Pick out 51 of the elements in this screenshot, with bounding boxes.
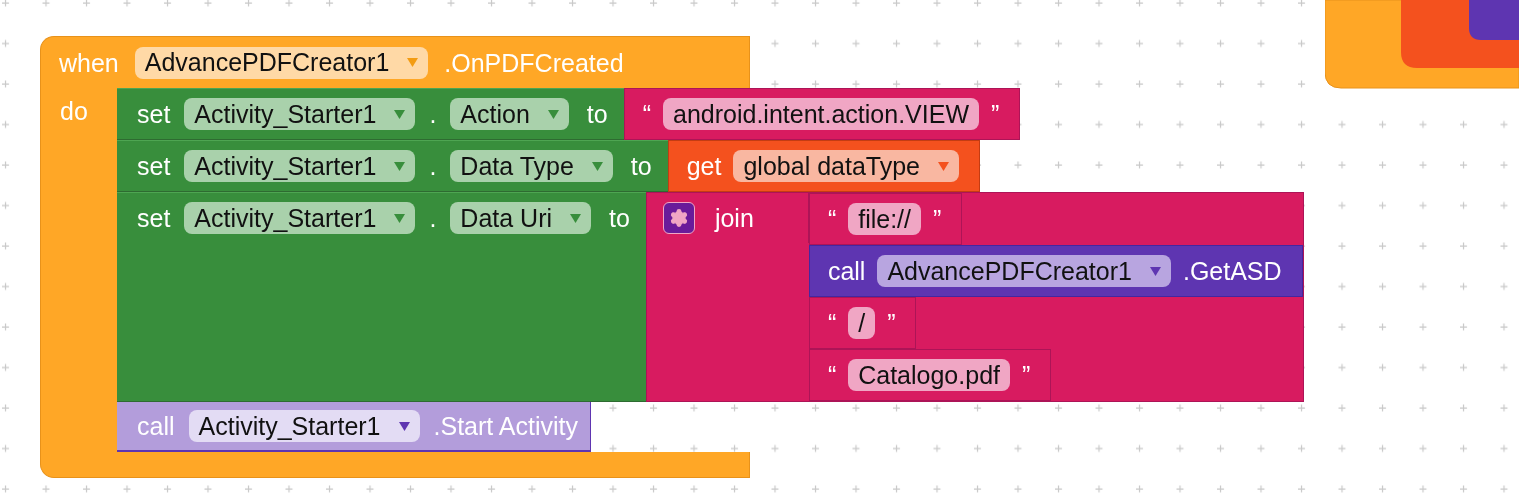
set-keyword: set xyxy=(137,99,171,129)
dot: . xyxy=(429,99,437,129)
caret-icon xyxy=(394,213,406,223)
text-field[interactable]: Catalogo.pdf xyxy=(848,359,1010,391)
dot: . xyxy=(429,203,437,233)
set-keyword: set xyxy=(137,203,171,233)
text-field[interactable]: android.intent.action.VIEW xyxy=(663,98,979,130)
close-quote: ” xyxy=(991,99,1000,129)
open-quote: “ xyxy=(642,99,651,129)
when-keyword: when xyxy=(59,47,119,78)
get-keyword: get xyxy=(686,151,722,181)
do-keyword: do xyxy=(60,97,88,125)
caret-icon xyxy=(1149,266,1161,276)
component-dropdown[interactable]: AdvancePDFCreator1 xyxy=(877,255,1171,287)
to-keyword: to xyxy=(630,151,652,181)
open-quote: “ xyxy=(827,360,837,390)
caret-icon xyxy=(570,213,581,223)
close-quote: ” xyxy=(1022,360,1031,390)
to-keyword: to xyxy=(609,203,630,233)
call-keyword: call xyxy=(137,411,175,441)
caret-icon xyxy=(591,161,603,171)
settings-icon[interactable] xyxy=(662,202,695,234)
caret-icon xyxy=(394,109,406,119)
property-dropdown[interactable]: Action xyxy=(450,98,569,130)
dot: . xyxy=(429,151,437,181)
caret-icon xyxy=(407,58,419,67)
open-quote: “ xyxy=(827,308,837,338)
component-dropdown[interactable]: Activity_Starter1 xyxy=(188,410,420,442)
text-field[interactable]: file:// xyxy=(848,203,921,235)
close-quote: ” xyxy=(933,204,942,234)
caret-icon xyxy=(394,161,406,171)
join-keyword: join xyxy=(714,203,754,233)
method-name: .Start Activity xyxy=(433,411,578,441)
event-name: .OnPDFCreated xyxy=(444,47,624,78)
to-keyword: to xyxy=(586,99,608,129)
open-quote: “ xyxy=(827,204,837,234)
component-dropdown[interactable]: Activity_Starter1 xyxy=(184,98,416,130)
method-name: .GetASD xyxy=(1182,256,1282,286)
component-dropdown[interactable]: AdvancePDFCreator1 xyxy=(134,46,429,79)
component-dropdown[interactable]: Activity_Starter1 xyxy=(184,150,416,182)
text-field[interactable]: / xyxy=(848,307,876,339)
caret-icon xyxy=(398,421,410,431)
property-dropdown[interactable]: Data Type xyxy=(450,150,613,182)
close-quote: ” xyxy=(887,308,896,338)
caret-icon xyxy=(547,109,559,119)
component-dropdown[interactable]: Activity_Starter1 xyxy=(184,202,416,234)
call-keyword: call xyxy=(827,256,866,286)
variable-dropdown[interactable]: global dataType xyxy=(733,150,959,182)
set-keyword: set xyxy=(137,151,171,181)
caret-icon xyxy=(938,161,949,171)
property-dropdown[interactable]: Data Uri xyxy=(450,202,591,234)
